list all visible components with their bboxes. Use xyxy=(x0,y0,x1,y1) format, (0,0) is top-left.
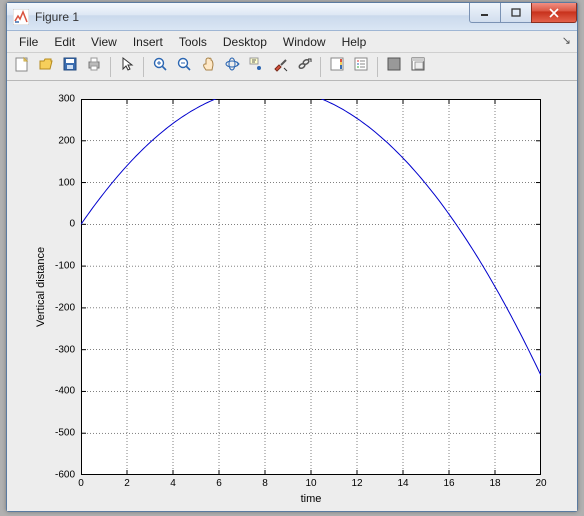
toolbar-separator xyxy=(110,57,111,77)
open-button[interactable] xyxy=(35,56,57,78)
menu-desktop[interactable]: Desktop xyxy=(215,33,275,51)
menu-view[interactable]: View xyxy=(83,33,125,51)
toolbar-separator xyxy=(377,57,378,77)
pan-icon xyxy=(200,56,216,77)
close-button[interactable] xyxy=(531,3,577,23)
minimize-button[interactable] xyxy=(469,3,501,23)
ytick-label: -100 xyxy=(51,261,75,272)
zoom-out-icon xyxy=(176,56,192,77)
xlabel: time xyxy=(81,493,541,505)
rotate3d-button[interactable] xyxy=(221,56,243,78)
rotate3d-icon xyxy=(224,56,240,77)
zoom-in-button[interactable] xyxy=(149,56,171,78)
xtick-label: 16 xyxy=(443,478,454,489)
datacursor-icon xyxy=(248,56,264,77)
link-button[interactable] xyxy=(293,56,315,78)
menubar: FileEditViewInsertToolsDesktopWindowHelp… xyxy=(7,31,577,53)
colorbar-button[interactable] xyxy=(326,56,348,78)
ytick-label: 200 xyxy=(57,135,75,146)
ytick-label: -400 xyxy=(51,386,75,397)
menu-edit[interactable]: Edit xyxy=(46,33,83,51)
new-figure-icon xyxy=(14,56,30,77)
menu-tools[interactable]: Tools xyxy=(171,33,215,51)
xtick-label: 20 xyxy=(535,478,546,489)
colorbar-icon xyxy=(329,56,345,77)
menu-file[interactable]: File xyxy=(11,33,46,51)
menu-help[interactable]: Help xyxy=(334,33,375,51)
show-tools-icon xyxy=(410,56,426,77)
pan-button[interactable] xyxy=(197,56,219,78)
pointer-button[interactable] xyxy=(116,56,138,78)
dock-menu-icon[interactable]: ↘ xyxy=(562,34,571,47)
xtick-label: 8 xyxy=(262,478,268,489)
zoom-in-icon xyxy=(152,56,168,77)
ytick-label: -200 xyxy=(51,302,75,313)
ytick-label: 300 xyxy=(57,94,75,105)
zoom-out-button[interactable] xyxy=(173,56,195,78)
xtick-label: 12 xyxy=(351,478,362,489)
print-icon xyxy=(86,56,102,77)
ytick-label: 0 xyxy=(69,219,75,230)
pointer-icon xyxy=(119,56,135,77)
open-icon xyxy=(38,56,54,77)
menu-insert[interactable]: Insert xyxy=(125,33,171,51)
brush-icon xyxy=(272,56,288,77)
hide-tools-icon xyxy=(386,56,402,77)
ytick-label: -300 xyxy=(51,344,75,355)
menu-window[interactable]: Window xyxy=(275,33,334,51)
xtick-label: 6 xyxy=(216,478,222,489)
titlebar: Figure 1 xyxy=(7,3,577,31)
plot-svg xyxy=(81,99,541,475)
figure-window: Figure 1 FileEditViewInsertToolsDesktopW… xyxy=(6,2,578,512)
print-button[interactable] xyxy=(83,56,105,78)
toolbar-separator xyxy=(320,57,321,77)
xtick-label: 14 xyxy=(397,478,408,489)
datacursor-button[interactable] xyxy=(245,56,267,78)
save-button[interactable] xyxy=(59,56,81,78)
xtick-label: 0 xyxy=(78,478,84,489)
maximize-button[interactable] xyxy=(500,3,532,23)
window-title: Figure 1 xyxy=(35,10,79,24)
show-tools-button[interactable] xyxy=(407,56,429,78)
hide-tools-button[interactable] xyxy=(383,56,405,78)
brush-button[interactable] xyxy=(269,56,291,78)
ytick-label: 100 xyxy=(57,177,75,188)
xtick-label: 18 xyxy=(489,478,500,489)
xtick-label: 2 xyxy=(124,478,130,489)
legend-icon xyxy=(353,56,369,77)
toolbar xyxy=(7,53,577,81)
new-figure-button[interactable] xyxy=(11,56,33,78)
save-icon xyxy=(62,56,78,77)
toolbar-separator xyxy=(143,57,144,77)
xtick-label: 4 xyxy=(170,478,176,489)
legend-button[interactable] xyxy=(350,56,372,78)
ytick-label: -600 xyxy=(51,470,75,481)
matlab-icon xyxy=(13,9,29,25)
link-icon xyxy=(296,56,312,77)
ytick-label: -500 xyxy=(51,428,75,439)
plot-area: Vertical distance time 0 2 4 6 8 10 12 14 16 18 20… xyxy=(7,81,577,511)
window-controls xyxy=(470,3,577,23)
xtick-label: 10 xyxy=(305,478,316,489)
ylabel: Vertical distance xyxy=(35,247,47,327)
